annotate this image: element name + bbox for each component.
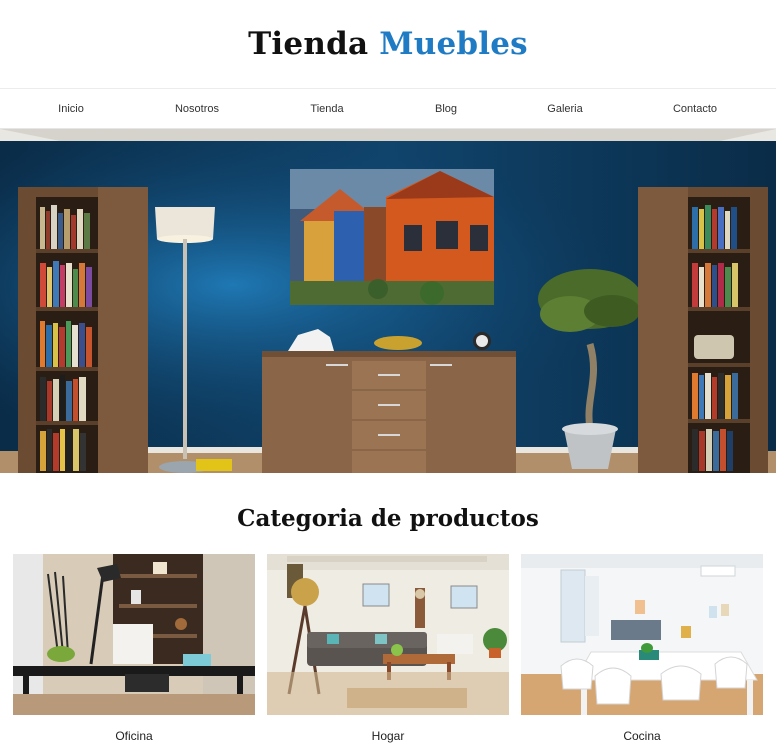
nav-item-blog[interactable]: Blog — [435, 89, 457, 129]
wall-painting — [290, 169, 494, 305]
office-photo-icon[interactable] — [13, 554, 255, 715]
logo-text-accent: Muebles — [379, 26, 528, 62]
left-bookcase — [18, 187, 148, 473]
categories-title: Categoria de productos — [237, 505, 539, 532]
nav-item-contacto[interactable]: Contacto — [673, 89, 717, 129]
logo-text-primary: Tienda — [248, 26, 369, 62]
hero-banner — [0, 129, 776, 473]
living-room-image — [0, 129, 776, 473]
category-label-hogar[interactable]: Hogar — [267, 729, 509, 743]
site-header: Tienda Muebles — [0, 0, 776, 88]
category-label-cocina[interactable]: Cocina — [521, 729, 763, 743]
right-bookcase — [638, 187, 768, 473]
nav-item-nosotros[interactable]: Nosotros — [175, 89, 219, 129]
category-label-oficina[interactable]: Oficina — [13, 729, 255, 743]
nav-item-tienda[interactable]: Tienda — [310, 89, 343, 129]
nav-item-inicio[interactable]: Inicio — [58, 89, 84, 129]
nav-item-galeria[interactable]: Galeria — [547, 89, 582, 129]
main-nav: Inicio Nosotros Tienda Blog Galeria Cont… — [0, 88, 776, 129]
site-logo[interactable]: Tienda Muebles — [248, 26, 528, 62]
category-card-cocina[interactable]: Cocina — [521, 554, 763, 752]
category-card-oficina[interactable]: Oficina — [13, 554, 255, 752]
kitchen-photo-icon[interactable] — [521, 554, 763, 715]
home-photo-icon[interactable] — [267, 554, 509, 715]
category-card-hogar[interactable]: Hogar — [267, 554, 509, 752]
